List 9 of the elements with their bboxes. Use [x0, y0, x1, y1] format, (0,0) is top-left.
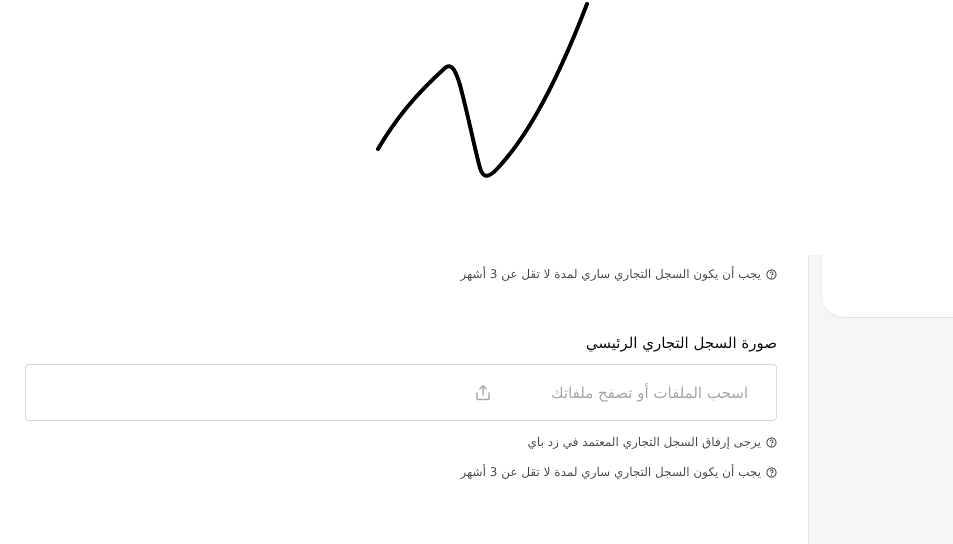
hint-text: يجب أن يكون السجل التجاري ساري لمدة لا تقل عن 3 أشهر [460, 267, 761, 281]
help-icon [766, 436, 777, 448]
field-label: صورة السجل التجاري الرئيسي [584, 334, 777, 352]
file-drop-zone[interactable]: اسحب الملفات أو تصفح ملفاتك [25, 364, 777, 421]
hint-text: يرجى إرفاق السجل التجاري المعتمد في زد باي [528, 435, 761, 449]
help-icon [766, 466, 777, 478]
upload-icon [475, 384, 492, 401]
hint-text: يجب أن يكون السجل التجاري ساري لمدة لا تقل عن 3 أشهر [460, 465, 761, 479]
help-icon [766, 268, 777, 280]
